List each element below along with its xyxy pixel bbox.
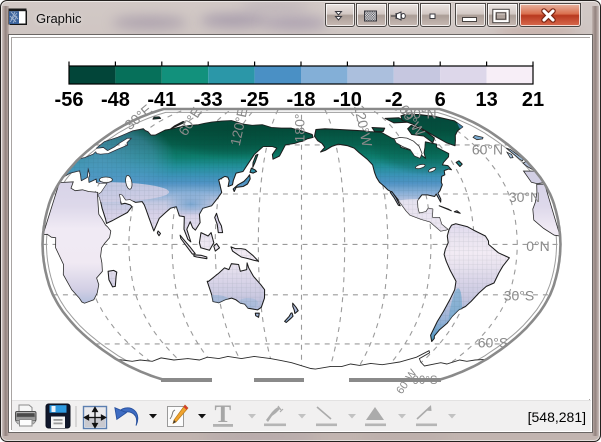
svg-text:T: T — [215, 401, 232, 428]
svg-text:180°: 180° — [292, 114, 308, 143]
svg-text:30°S: 30°S — [504, 288, 535, 304]
svg-text:60°N: 60°N — [472, 142, 503, 158]
svg-text:0°N: 0°N — [526, 238, 550, 254]
svg-text:90°S: 90°S — [412, 375, 437, 387]
svg-text:30°N: 30°N — [509, 189, 540, 205]
svg-text:60°S: 60°S — [478, 335, 509, 351]
